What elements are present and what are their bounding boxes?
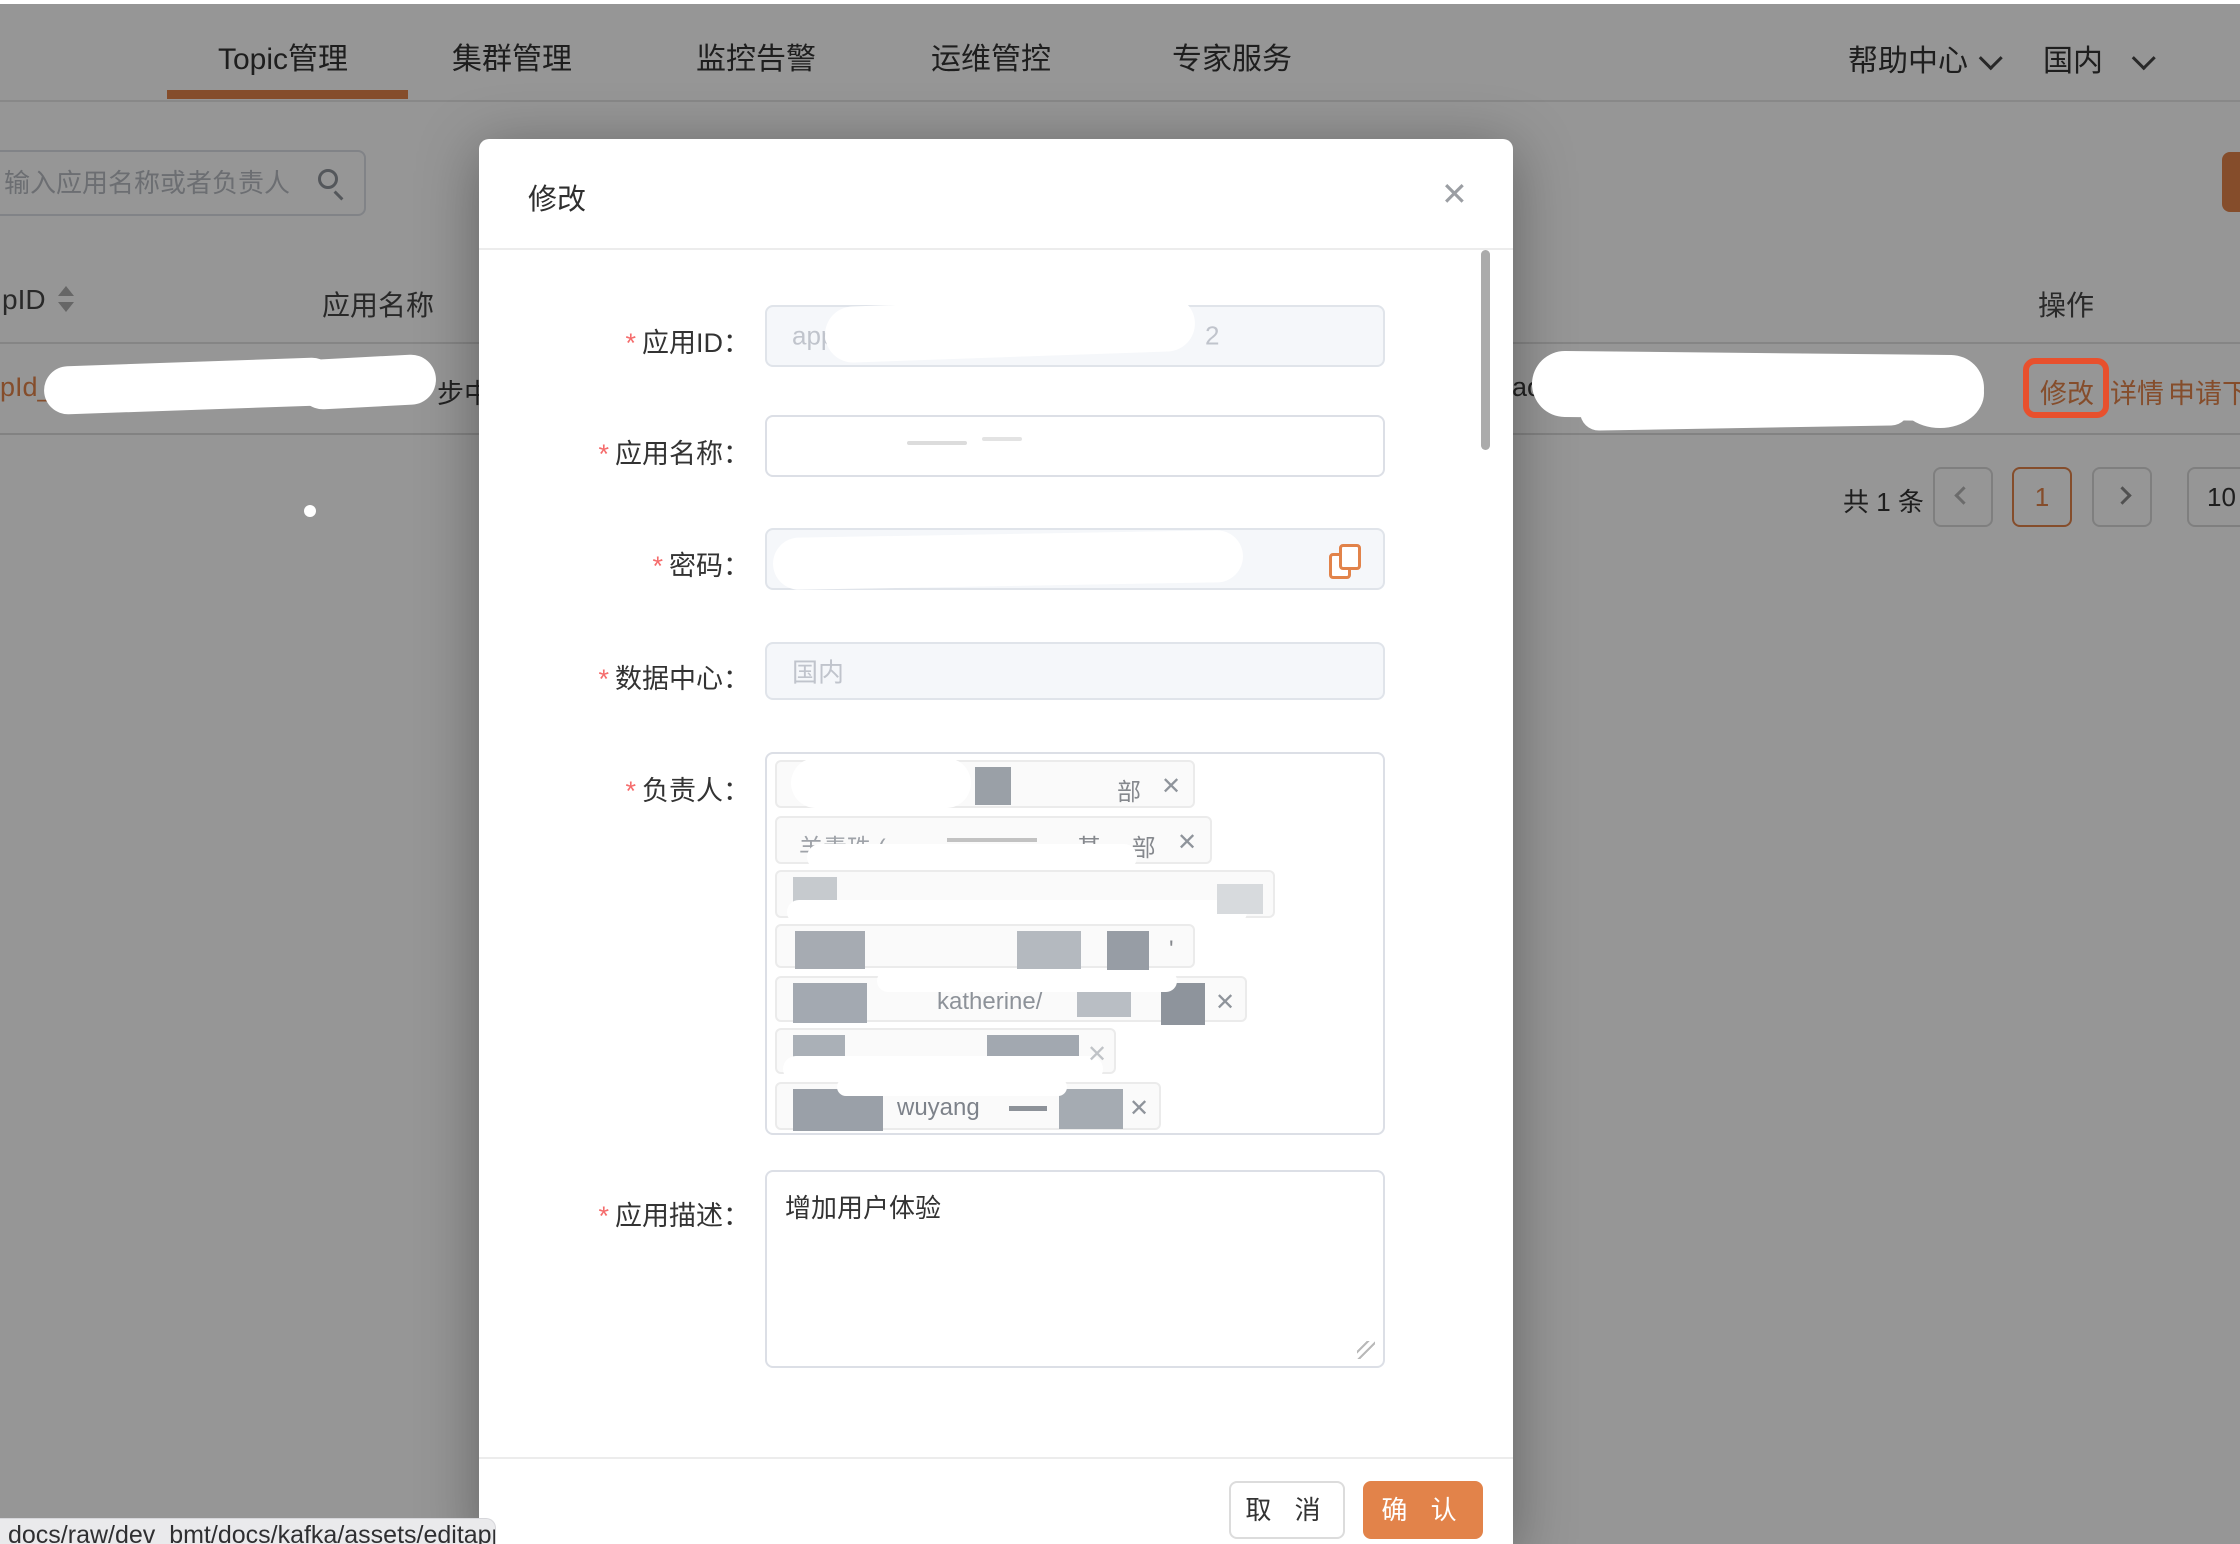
confirm-button[interactable]: 确 认 (1363, 1481, 1483, 1539)
screen: Topic管理 集群管理 监控告警 运维管控 专家服务 帮助中心 国内 pID … (0, 0, 2240, 1544)
redaction-blob (807, 844, 1137, 870)
top-white-strip (0, 0, 2240, 4)
owner-tag: ····················· (775, 870, 1275, 918)
redaction-blob (837, 1078, 1067, 1096)
owner-tag-text: ✕ (1087, 1040, 1107, 1069)
owner-tag: ' (775, 924, 1195, 968)
redaction-block (793, 983, 867, 1023)
redaction-block (1107, 931, 1149, 971)
redaction-block (1017, 931, 1081, 969)
redaction-block (947, 838, 1037, 842)
redaction-blob (791, 758, 971, 808)
owner-multiselect[interactable]: 部 ✕ 羊青珠 ( 基 部 ✕ ····················· (765, 752, 1385, 1135)
redaction-block (1009, 1106, 1047, 1111)
app-id-value-right: 2 (1205, 321, 1219, 352)
cancel-button[interactable]: 取 消 (1229, 1481, 1345, 1539)
white-dot-annotation (304, 505, 316, 517)
link-preview-statusbar: docs/raw/dev_bmt/docs/kafka/assets/edita… (0, 1518, 496, 1544)
redaction-blob (824, 295, 1196, 364)
required-star: * (652, 551, 663, 581)
required-star: * (598, 439, 609, 469)
close-icon[interactable]: ✕ (1441, 175, 1468, 213)
field-label-data-center: *数据中心： (500, 657, 750, 696)
required-star: * (598, 664, 609, 694)
field-label-app-id: *应用ID： (500, 321, 750, 360)
edit-link-highlight-annotation (2023, 358, 2109, 418)
owner-tag: 羊青珠 ( 基 部 ✕ (775, 816, 1212, 864)
redaction-blob (787, 900, 1247, 924)
tag-remove-icon[interactable]: ✕ (1215, 988, 1235, 1017)
field-label-app-name: *应用名称： (500, 432, 750, 471)
owner-tag-text: ' (1169, 936, 1174, 964)
field-label-description: *应用描述： (500, 1194, 750, 1233)
redaction-blob (773, 530, 1244, 590)
redaction-block (795, 931, 865, 969)
redaction-smudge (982, 437, 1022, 441)
owner-tag: 部 ✕ (775, 760, 1195, 808)
redaction-scribble (1896, 358, 1984, 428)
redaction-block (975, 767, 1011, 805)
redaction-smudge (907, 441, 967, 445)
redaction-scribble (1580, 387, 1911, 431)
required-star: * (598, 1201, 609, 1231)
redaction-blob (877, 970, 1177, 992)
tag-remove-icon[interactable]: ✕ (1161, 772, 1181, 801)
owner-tag: wuyang ✕ (775, 1082, 1161, 1130)
app-name-input[interactable] (765, 415, 1385, 477)
modal-scrollbar-thumb[interactable] (1481, 250, 1490, 450)
dialog-title: 修改 (528, 176, 586, 218)
redaction-scribble (297, 353, 437, 410)
owner-tag: katherine/ ✕ (775, 976, 1247, 1022)
tag-remove-icon[interactable]: ✕ (1177, 828, 1197, 857)
owner-tag-text: 部 (1117, 772, 1141, 807)
owner-tag-text: wuyang (897, 1094, 980, 1122)
field-label-owner: *负责人： (500, 769, 750, 808)
required-star: * (625, 328, 636, 358)
password-input[interactable] (765, 528, 1385, 590)
owner-tag: ✕ (775, 1028, 1116, 1074)
owner-tag-text: katherine/ (937, 988, 1042, 1016)
description-textarea[interactable]: 增加用户体验 (765, 1170, 1385, 1368)
app-id-input[interactable]: app 2 (765, 305, 1385, 367)
tag-remove-icon[interactable]: ✕ (1129, 1094, 1149, 1123)
data-center-value: 国内 (792, 653, 844, 690)
required-star: * (625, 776, 636, 806)
edit-app-dialog: 修改 ✕ *应用ID： app 2 *应用名称： *密码： (479, 139, 1513, 1544)
textarea-resize-handle[interactable] (1357, 1341, 1375, 1359)
copy-icon[interactable] (1329, 544, 1363, 580)
dialog-footer-divider (479, 1457, 1513, 1459)
field-label-password: *密码： (500, 544, 750, 583)
redaction-block (1059, 1089, 1123, 1129)
redaction-scribble (43, 357, 336, 415)
link-preview-text: docs/raw/dev_bmt/docs/kafka/assets/edita… (8, 1521, 496, 1544)
dialog-header-divider (479, 248, 1513, 250)
redaction-block (1217, 884, 1263, 914)
data-center-input[interactable]: 国内 (765, 642, 1385, 700)
